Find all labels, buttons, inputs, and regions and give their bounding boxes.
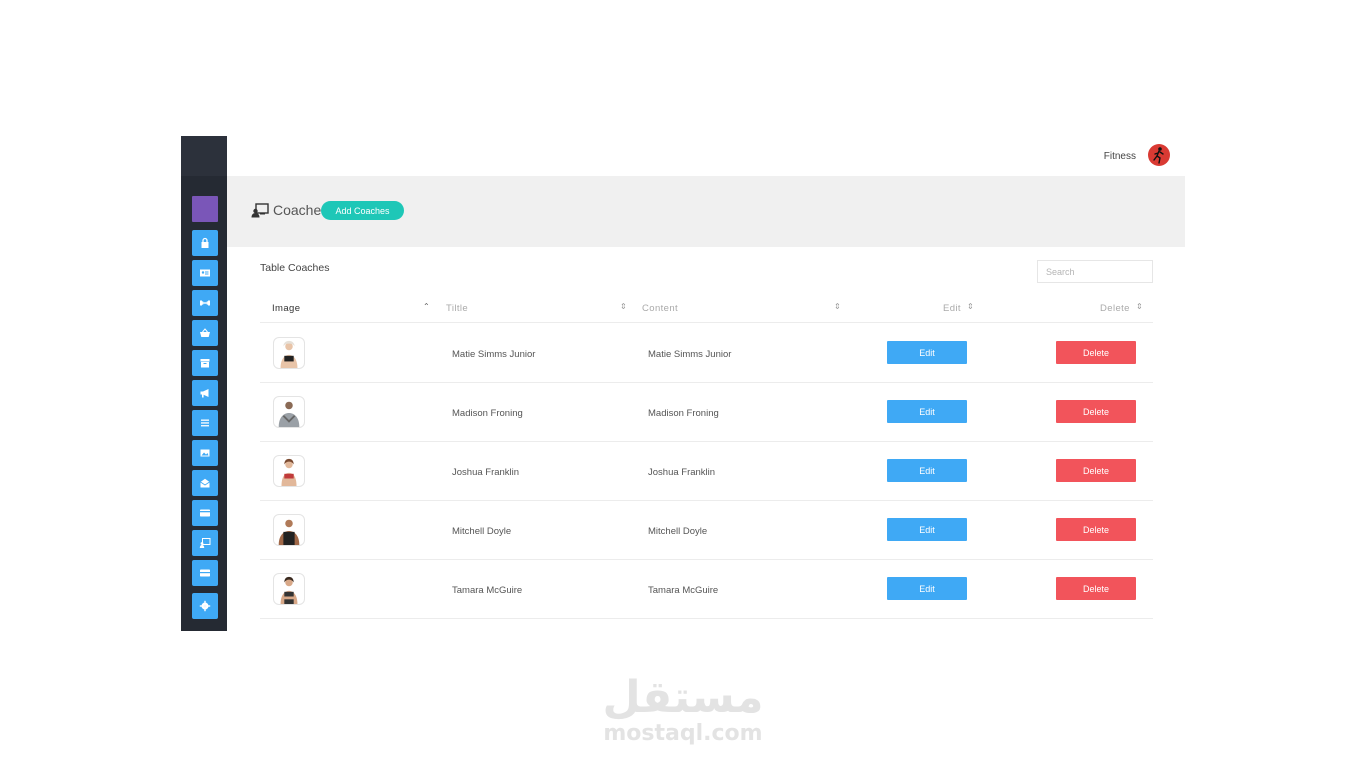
coaches-icon[interactable] bbox=[192, 530, 218, 556]
coach-content: Madison Froning bbox=[648, 408, 719, 419]
card-icon[interactable] bbox=[192, 560, 218, 586]
page-title: Coaches bbox=[251, 202, 328, 218]
delete-button[interactable]: Delete bbox=[1056, 341, 1136, 364]
image-icon[interactable] bbox=[192, 440, 218, 466]
content-area: Table Coaches Image ⌃ Tiltle ⇕ Content ⇕… bbox=[227, 247, 1185, 631]
column-header-title[interactable]: Tiltle bbox=[446, 303, 468, 314]
coach-avatar bbox=[273, 514, 305, 546]
coach-content: Tamara McGuire bbox=[648, 585, 719, 596]
coach-title: Madison Froning bbox=[452, 408, 523, 419]
archive-icon[interactable] bbox=[192, 350, 218, 376]
table-title: Table Coaches bbox=[260, 262, 330, 274]
basket-icon[interactable] bbox=[192, 320, 218, 346]
edit-button[interactable]: Edit bbox=[887, 459, 967, 482]
edit-button[interactable]: Edit bbox=[887, 400, 967, 423]
delete-button[interactable]: Delete bbox=[1056, 518, 1136, 541]
credit-card-icon[interactable] bbox=[192, 500, 218, 526]
coach-avatar bbox=[273, 573, 305, 605]
dumbbell-icon[interactable] bbox=[192, 290, 218, 316]
coach-avatar bbox=[273, 337, 305, 369]
table-row: Joshua Franklin Joshua Franklin Edit Del… bbox=[260, 442, 1153, 501]
edit-button[interactable]: Edit bbox=[887, 577, 967, 600]
coach-avatar bbox=[273, 396, 305, 428]
lock-icon[interactable] bbox=[192, 230, 218, 256]
coach-title: Matie Simms Junior bbox=[452, 349, 536, 360]
coach-content: Matie Simms Junior bbox=[648, 349, 732, 360]
delete-button[interactable]: Delete bbox=[1056, 400, 1136, 423]
megaphone-icon[interactable] bbox=[192, 380, 218, 406]
sidebar bbox=[181, 136, 227, 631]
sort-icon[interactable]: ⇕ bbox=[967, 302, 974, 311]
list-icon[interactable] bbox=[192, 410, 218, 436]
edit-button[interactable]: Edit bbox=[887, 518, 967, 541]
topbar: Fitness bbox=[227, 136, 1185, 176]
runner-logo-icon bbox=[1153, 147, 1164, 164]
coach-content: Joshua Franklin bbox=[648, 467, 716, 478]
table-row bbox=[260, 619, 1153, 631]
add-coaches-button[interactable]: Add Coaches bbox=[321, 201, 404, 220]
sort-asc-icon[interactable]: ⌃ bbox=[423, 302, 430, 311]
user-name[interactable]: Fitness bbox=[1104, 151, 1136, 162]
column-header-image[interactable]: Image bbox=[272, 303, 300, 314]
table-row: Tamara McGuire Tamara McGuire Edit Delet… bbox=[260, 560, 1153, 619]
table-row: Madison Froning Madison Froning Edit Del… bbox=[260, 383, 1153, 442]
column-header-content[interactable]: Content bbox=[642, 303, 678, 314]
watermark-arabic: مستقل bbox=[602, 672, 764, 723]
table-header: Image ⌃ Tiltle ⇕ Content ⇕ Edit ⇕ Delete… bbox=[260, 293, 1153, 323]
column-header-delete[interactable]: Delete bbox=[1100, 303, 1130, 314]
coach-avatar bbox=[273, 455, 305, 487]
id-card-icon[interactable] bbox=[192, 260, 218, 286]
coach-title: Joshua Franklin bbox=[452, 467, 520, 478]
table-row: Matie Simms Junior Matie Simms Junior Ed… bbox=[260, 324, 1153, 383]
table-row: Mitchell Doyle Mitchell Doyle Edit Delet… bbox=[260, 501, 1153, 560]
sort-icon[interactable]: ⇕ bbox=[834, 302, 841, 311]
delete-button[interactable]: Delete bbox=[1056, 459, 1136, 482]
delete-button[interactable]: Delete bbox=[1056, 577, 1136, 600]
brand-logo[interactable] bbox=[192, 196, 218, 222]
coach-content: Mitchell Doyle bbox=[648, 526, 708, 537]
coaches-icon bbox=[251, 202, 269, 217]
watermark: مستقل mostaql.com bbox=[583, 672, 783, 746]
page-header: Coaches Add Coaches bbox=[227, 176, 1185, 247]
envelope-open-icon[interactable] bbox=[192, 470, 218, 496]
edit-button[interactable]: Edit bbox=[887, 341, 967, 364]
search-input[interactable] bbox=[1037, 260, 1153, 283]
watermark-latin: mostaql.com bbox=[603, 721, 763, 746]
sort-icon[interactable]: ⇕ bbox=[1136, 302, 1143, 311]
page-title-text: Coaches bbox=[273, 202, 329, 218]
column-header-edit[interactable]: Edit bbox=[943, 303, 961, 314]
user-avatar[interactable] bbox=[1148, 144, 1170, 166]
app-frame: Fitness Coaches Add Coaches Table Coache… bbox=[181, 136, 1185, 631]
sort-icon[interactable]: ⇕ bbox=[620, 302, 627, 311]
sidebar-header bbox=[181, 136, 227, 176]
gear-icon[interactable] bbox=[192, 593, 218, 619]
coach-title: Tamara McGuire bbox=[452, 585, 523, 596]
coach-title: Mitchell Doyle bbox=[452, 526, 512, 537]
